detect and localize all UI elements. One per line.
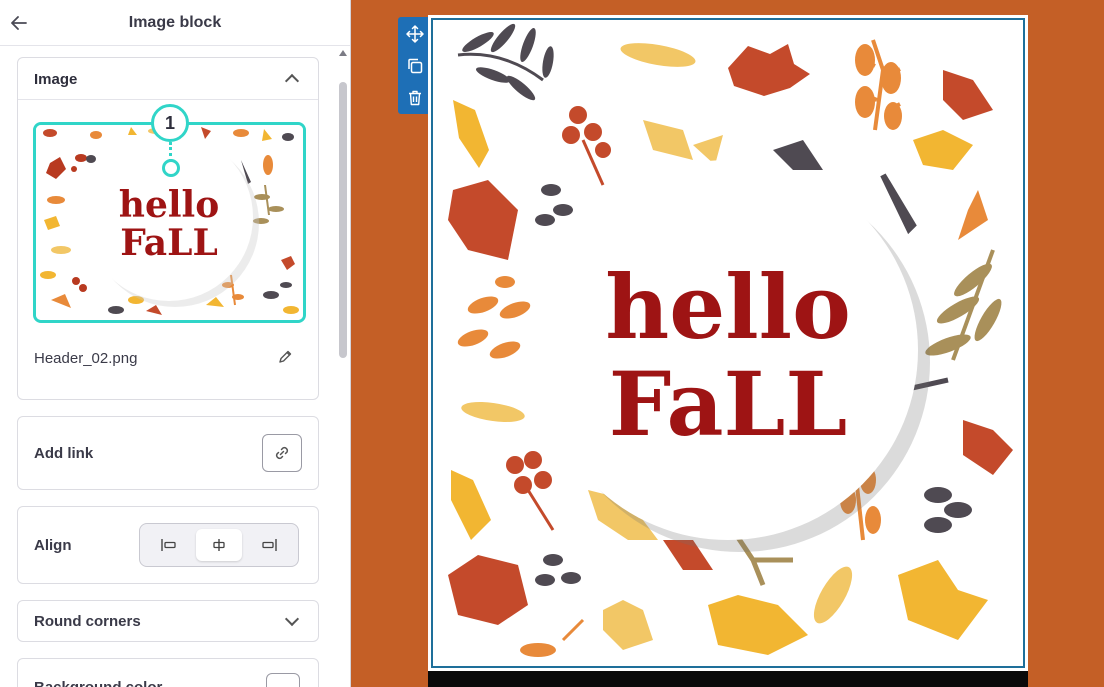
scrollbar-thumb[interactable] [339, 82, 347, 358]
image-selection-outline: hello FaLL [431, 18, 1025, 668]
align-center-button[interactable] [196, 529, 242, 561]
duplicate-button[interactable] [404, 55, 425, 76]
align-right-icon [262, 539, 277, 551]
block-toolbar [398, 17, 431, 114]
image-filename: Header_02.png [34, 350, 138, 367]
add-link-button[interactable] [262, 434, 302, 472]
align-left-button[interactable] [146, 529, 192, 561]
headline-fall: FaLL [609, 352, 847, 456]
move-button[interactable] [404, 23, 425, 44]
add-link-section: Add link [17, 416, 319, 490]
chevron-up-icon[interactable] [284, 73, 300, 89]
email-image-block[interactable]: hello FaLL [428, 15, 1028, 671]
move-icon [405, 24, 424, 43]
align-label: Align [34, 537, 72, 554]
background-color-swatch[interactable] [266, 673, 300, 687]
thumbnail-hello-text: hello [119, 184, 219, 226]
scroll-up-arrow-icon[interactable] [339, 50, 347, 56]
thumbnail-fall-text: FaLL [120, 222, 218, 264]
duplicate-icon [407, 58, 422, 73]
image-section-header[interactable]: Image [18, 58, 318, 100]
chevron-down-icon[interactable] [284, 611, 300, 627]
delete-icon [408, 90, 421, 105]
edit-image-button[interactable] [274, 346, 296, 368]
callout-dot [162, 159, 180, 177]
align-left-icon [161, 539, 176, 551]
round-corners-section[interactable]: Round corners [17, 600, 319, 642]
align-segmented-control [139, 523, 299, 567]
panel-header: Image block [0, 0, 350, 46]
link-icon [275, 446, 289, 460]
hello-fall-image: hello FaLL [433, 20, 1023, 666]
image-section-title: Image [34, 71, 78, 88]
panel-title: Image block [128, 14, 222, 31]
background-color-section: Background color [17, 658, 319, 687]
align-section: Align [17, 506, 319, 584]
delete-button[interactable] [404, 87, 425, 108]
background-color-label: Background color [34, 679, 162, 687]
scrollbar[interactable] [336, 46, 350, 687]
callout-marker: 1 [151, 104, 189, 142]
add-link-label: Add link [34, 445, 94, 462]
pencil-icon [279, 350, 292, 363]
align-right-button[interactable] [246, 529, 292, 561]
panel-scroll-area: Image hello FaLL Header_02.png 1 Add lin… [0, 46, 350, 687]
image-block-panel: Image block Image hello FaLL Header_02.p… [0, 0, 351, 687]
next-block-edge [428, 671, 1028, 687]
align-center-icon [213, 539, 225, 551]
headline-hello: hello [605, 255, 851, 359]
round-corners-label: Round corners [34, 613, 141, 630]
